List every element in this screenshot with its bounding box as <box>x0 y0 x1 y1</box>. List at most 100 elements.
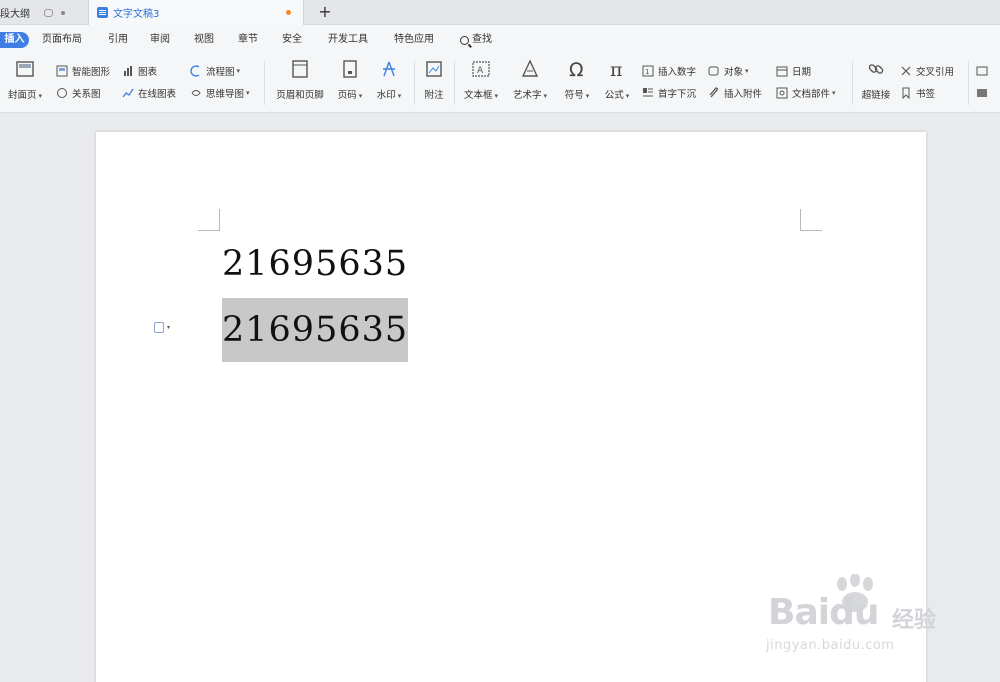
mind-map-label: 思维导图 <box>206 89 245 100</box>
menu-view[interactable]: 视图 <box>194 32 214 48</box>
chart-icon <box>122 65 134 77</box>
drop-cap-button[interactable]: 首字下沉 <box>642 85 696 101</box>
cover-page-icon <box>15 59 35 79</box>
page-number-button[interactable]: 页码 ▾ <box>334 59 366 107</box>
formula-button[interactable]: π 公式 ▾ <box>600 59 634 107</box>
tab-outline-label: 段大纲 <box>0 9 30 20</box>
chart-button[interactable]: 图表 <box>122 63 157 79</box>
menu-security[interactable]: 安全 <box>282 32 302 48</box>
online-chart-button[interactable]: 在线图表 <box>122 85 176 101</box>
document-line[interactable]: 21695635 <box>222 232 408 296</box>
svg-text:Ω: Ω <box>569 59 584 79</box>
watermark-icon <box>379 59 399 79</box>
selected-document-line[interactable]: 21695635 <box>222 298 408 362</box>
online-chart-label: 在线图表 <box>138 89 177 100</box>
note-label: 附注 <box>424 90 444 101</box>
textbox-button[interactable]: A 文本框 ▾ <box>460 59 502 107</box>
mind-map-icon <box>190 87 202 99</box>
paragraph-handle[interactable]: ▾ <box>154 322 170 333</box>
watermark-url: jingyan.baidu.com <box>766 638 895 653</box>
toolbar-separator <box>968 61 969 105</box>
paragraph-icon <box>154 322 164 333</box>
smart-art-button[interactable]: 智能图形 <box>56 63 110 79</box>
more-tools-button-1[interactable] <box>976 63 992 79</box>
tab-outline[interactable]: 段大纲 <box>0 0 86 25</box>
note-button[interactable]: 附注 <box>420 59 448 107</box>
menu-features[interactable]: 特色应用 <box>394 32 434 48</box>
bookmark-icon <box>900 87 912 99</box>
header-footer-button[interactable]: 页眉和页脚 <box>272 59 328 107</box>
textbox-icon: A <box>471 59 491 79</box>
header-footer-label: 页眉和页脚 <box>276 90 324 101</box>
cross-reference-button[interactable]: 交叉引用 <box>900 63 954 79</box>
tab-document[interactable]: 文字文稿3 <box>88 0 304 25</box>
watermark-button[interactable]: 水印 ▾ <box>372 59 406 107</box>
art-text-label: 艺术字 <box>512 90 542 101</box>
menu-page-layout[interactable]: 页面布局 <box>42 32 82 48</box>
menu-bar: 插入 页面布局 引用 审阅 视图 章节 安全 开发工具 特色应用 查找 <box>0 25 1000 55</box>
svg-text:π: π <box>610 59 623 79</box>
bookmark-label: 书签 <box>916 89 936 100</box>
symbol-button[interactable]: Ω 符号 ▾ <box>560 59 594 107</box>
mind-map-button[interactable]: 思维导图 ▾ <box>190 85 250 101</box>
margin-corner-top-left <box>198 209 220 231</box>
doc-parts-button[interactable]: 文档部件 ▾ <box>776 85 836 101</box>
tab-bar: 段大纲 文字文稿3 + <box>0 0 1000 25</box>
date-button[interactable]: 日期 <box>776 63 811 79</box>
hyperlink-button[interactable]: 超链接 <box>858 59 894 107</box>
menu-references[interactable]: 引用 <box>108 32 128 48</box>
smart-art-icon <box>56 65 68 77</box>
cover-page-button[interactable]: 封面页 ▾ <box>4 59 46 107</box>
baidu-watermark: Baidu 经验 jingyan.baidu.com <box>762 572 952 662</box>
watermark-subtitle: 经验 <box>892 608 937 633</box>
comment-icon[interactable] <box>44 8 53 17</box>
page-number-icon <box>340 59 360 79</box>
insert-attachment-button[interactable]: 插入附件 <box>708 85 762 101</box>
textbox-label: 文本框 <box>463 90 493 101</box>
menu-search-label: 查找 <box>472 34 492 45</box>
insert-number-label: 插入数字 <box>658 67 697 78</box>
symbol-label: 符号 <box>564 90 584 101</box>
bookmark-button[interactable]: 书签 <box>900 85 935 101</box>
svg-text:1: 1 <box>645 68 649 76</box>
date-label: 日期 <box>792 67 812 78</box>
search-icon <box>460 35 469 45</box>
object-button[interactable]: 对象 ▾ <box>708 63 749 79</box>
relation-chart-icon <box>56 87 68 99</box>
unsaved-dot-icon <box>286 10 291 15</box>
insert-attachment-label: 插入附件 <box>724 89 763 100</box>
insert-number-button[interactable]: 1 插入数字 <box>642 63 696 79</box>
cross-reference-icon <box>900 65 912 77</box>
art-text-button[interactable]: 艺术字 ▾ <box>508 59 552 107</box>
doc-parts-icon <box>776 87 788 99</box>
formula-label: 公式 <box>604 90 624 101</box>
calendar-icon <box>776 65 788 77</box>
new-tab-button[interactable]: + <box>316 2 334 22</box>
menu-chapter[interactable]: 章节 <box>238 32 258 48</box>
link-icon <box>866 59 886 79</box>
paperclip-icon <box>708 87 720 99</box>
chart-label: 图表 <box>138 67 158 78</box>
watermark-brand: Baidu <box>768 592 879 633</box>
flowchart-button[interactable]: 流程图 ▾ <box>190 63 240 79</box>
tab-document-label: 文字文稿3 <box>113 9 160 20</box>
menu-review[interactable]: 审阅 <box>150 32 170 48</box>
chevron-down-icon: ▾ <box>167 324 171 331</box>
header-footer-icon <box>290 59 310 79</box>
note-icon <box>424 59 444 79</box>
object-icon <box>708 65 720 77</box>
watermark-label: 水印 <box>376 90 396 101</box>
relation-chart-button[interactable]: 关系图 <box>56 85 101 101</box>
margin-corner-top-right <box>800 209 822 231</box>
drop-cap-label: 首字下沉 <box>658 89 697 100</box>
tab-status-dot-icon <box>61 10 65 15</box>
cross-reference-label: 交叉引用 <box>916 67 955 78</box>
menu-insert[interactable]: 插入 <box>0 32 29 48</box>
insert-number-icon: 1 <box>642 65 654 77</box>
toolbar-separator <box>414 61 415 105</box>
menu-dev-tools[interactable]: 开发工具 <box>328 32 368 48</box>
object-label: 对象 <box>724 67 744 78</box>
menu-search[interactable]: 查找 <box>460 32 492 48</box>
toolbar-separator <box>454 61 455 105</box>
more-tools-button-2[interactable] <box>976 85 992 101</box>
